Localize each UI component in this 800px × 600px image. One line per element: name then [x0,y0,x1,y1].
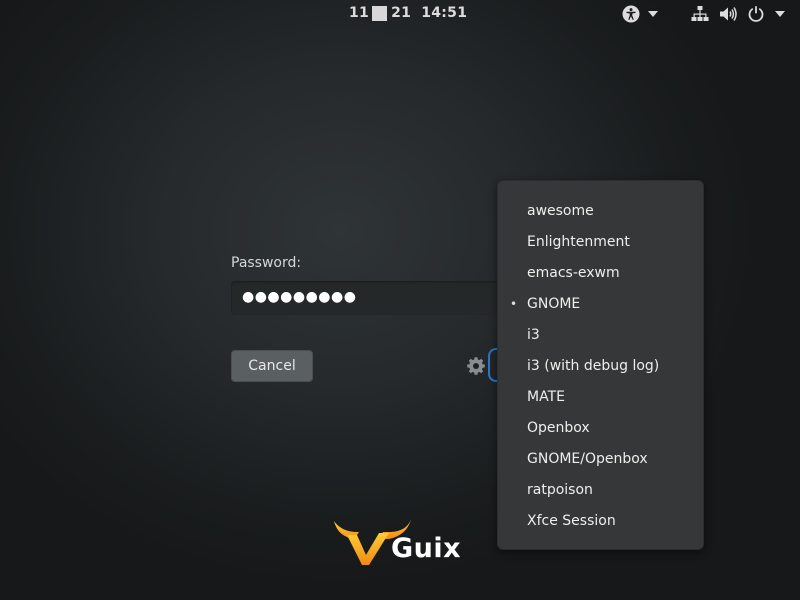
gear-icon[interactable] [467,357,485,375]
session-item-openbox[interactable]: Openbox [498,413,703,444]
password-mask: ●●●●●●●●● [242,289,357,305]
date-glyph-placeholder [372,5,388,21]
power-icon [748,6,764,22]
volume-icon [720,7,737,21]
session-item-gnome-openbox[interactable]: GNOME/Openbox [498,444,703,475]
top-bar: 11 21 14:51 [0,0,800,28]
session-item-i3[interactable]: i3 [498,320,703,351]
cancel-button[interactable]: Cancel [231,350,313,382]
menu-item-label: emacs-exwm [527,265,620,281]
session-item-ratpoison[interactable]: ratpoison [498,475,703,506]
session-item-xfce[interactable]: Xfce Session [498,506,703,537]
accessibility-menu[interactable] [622,4,658,24]
power-menu[interactable] [747,4,785,24]
menu-item-label: awesome [527,203,594,219]
menu-item-label: i3 [527,327,540,343]
network-icon [691,6,709,21]
session-menu: awesome Enlightenment emacs-exwm • GNOME… [497,180,704,550]
session-item-enlightenment[interactable]: Enlightenment [498,227,703,258]
guix-logo-text: Guix [391,533,462,564]
session-item-mate[interactable]: MATE [498,382,703,413]
chevron-down-icon [775,11,785,17]
selected-bullet-icon: • [510,297,518,311]
session-item-emacs-exwm[interactable]: emacs-exwm [498,258,703,289]
menu-item-label: i3 (with debug log) [527,358,660,374]
session-item-awesome[interactable]: awesome [498,196,703,227]
password-field[interactable]: ●●●●●●●●● [231,281,521,315]
clock-time: 14:51 [421,5,468,21]
menu-item-label: Enlightenment [527,234,630,250]
menu-item-label: MATE [527,389,565,405]
password-label: Password: [231,255,302,271]
menu-item-label: Openbox [527,420,590,436]
menu-item-label: GNOME [527,296,581,312]
menu-item-label: GNOME/Openbox [527,451,648,467]
accessibility-icon [622,5,640,23]
session-item-i3-debug[interactable]: i3 (with debug log) [498,351,703,382]
date-year: 21 [391,5,412,21]
menu-item-label: ratpoison [527,482,593,498]
menu-item-label: Xfce Session [527,513,616,529]
clock[interactable]: 11 21 14:51 [349,5,467,21]
session-item-gnome[interactable]: • GNOME [498,289,703,320]
chevron-down-icon [648,11,658,17]
date-day: 11 [349,5,370,21]
network-indicator[interactable] [691,4,709,24]
volume-indicator[interactable] [719,4,737,24]
